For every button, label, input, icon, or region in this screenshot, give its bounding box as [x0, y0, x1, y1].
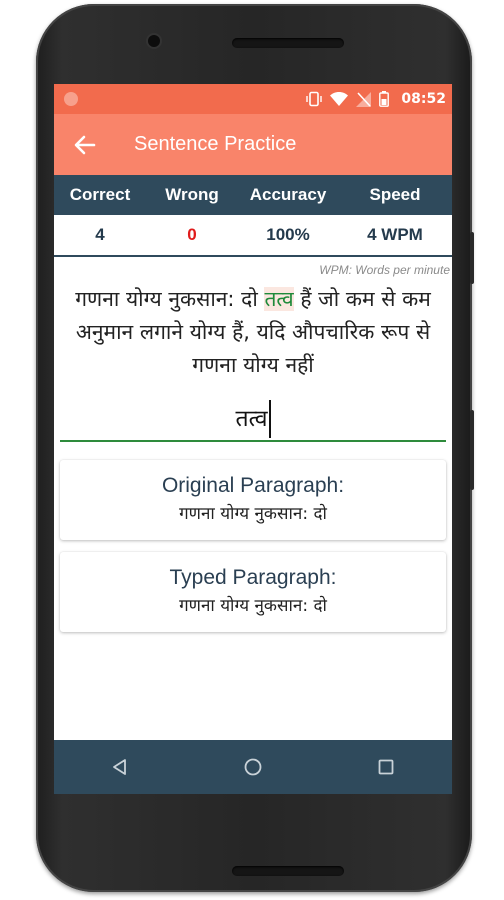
- status-bar: 08:52: [54, 84, 452, 114]
- typed-paragraph-title: Typed Paragraph:: [169, 566, 337, 589]
- original-paragraph-card: Original Paragraph: गणना योग्य नुकसान: द…: [60, 460, 446, 540]
- sentence-before: गणना योग्य नुकसान: दो: [75, 287, 265, 311]
- original-paragraph-text: गणना योग्य नुकसान: दो: [179, 504, 327, 524]
- typed-paragraph-card: Typed Paragraph: गणना योग्य नुकसान: दो: [60, 552, 446, 632]
- practice-sentence: गणना योग्य नुकसान: दो तत्व हैं जो कम से …: [58, 283, 448, 382]
- header-correct: Correct: [69, 185, 131, 204]
- status-time: 08:52: [401, 91, 446, 107]
- page-title: Sentence Practice: [134, 133, 297, 155]
- back-arrow-icon[interactable]: [72, 132, 98, 158]
- power-button: [470, 410, 474, 490]
- stats-header: Correct Wrong Accuracy Speed: [54, 175, 452, 215]
- value-speed: 4 WPM: [367, 225, 423, 244]
- typed-paragraph-text: गणना योग्य नुकसान: दो: [179, 596, 327, 616]
- notification-dot-icon: [64, 92, 78, 106]
- value-correct: 4: [95, 225, 105, 244]
- value-wrong: 0: [187, 225, 197, 244]
- top-speaker: [232, 38, 344, 48]
- wpm-note: WPM: Words per minute: [319, 263, 450, 277]
- nav-home-icon[interactable]: [233, 747, 273, 787]
- typing-input-value[interactable]: तत्व: [236, 400, 271, 438]
- wifi-icon: [330, 92, 349, 106]
- header-accuracy: Accuracy: [249, 185, 327, 204]
- header-speed: Speed: [369, 185, 421, 204]
- vibrate-icon: [306, 91, 323, 107]
- status-icons: 08:52: [306, 84, 446, 114]
- value-accuracy: 100%: [266, 225, 310, 244]
- app-bar: Sentence Practice: [54, 114, 452, 175]
- bottom-speaker: [232, 866, 344, 876]
- nav-back-icon[interactable]: [100, 747, 140, 787]
- screen: 08:52 Sentence Practice Correct Wrong Ac…: [54, 84, 452, 794]
- front-camera: [148, 35, 160, 47]
- original-paragraph-title: Original Paragraph:: [161, 474, 345, 497]
- no-signal-icon: [356, 91, 372, 107]
- battery-icon: [379, 91, 390, 107]
- system-nav-bar: [54, 740, 452, 794]
- volume-button: [470, 232, 474, 284]
- nav-recents-icon[interactable]: [366, 747, 406, 787]
- typing-input-field[interactable]: तत्व: [60, 400, 446, 442]
- current-word-highlight: तत्व: [264, 287, 294, 311]
- header-wrong: Wrong: [165, 185, 219, 204]
- stats-values: 4 0 100% 4 WPM: [54, 215, 452, 257]
